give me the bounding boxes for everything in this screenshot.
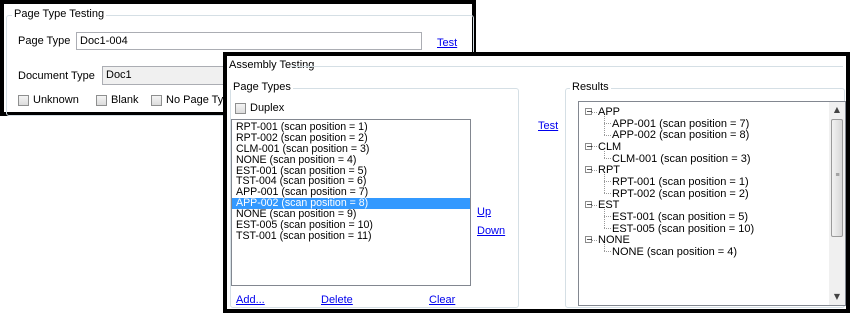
tree-collapse-icon[interactable]: −: [585, 166, 593, 174]
document-type-input[interactable]: Doc1: [102, 66, 224, 85]
tree-node-item[interactable]: APP-001 (scan position = 7): [612, 118, 749, 130]
tree-connector: [592, 146, 597, 148]
page-type-input[interactable]: Doc1-004: [76, 32, 422, 50]
tree-connector: [604, 158, 611, 160]
tree-node-group[interactable]: APP: [598, 106, 620, 118]
tree-connector: [604, 116, 605, 135]
move-up-link[interactable]: Up: [477, 206, 491, 218]
page-type-test-link[interactable]: Test: [437, 37, 457, 49]
tree-collapse-icon[interactable]: −: [585, 108, 593, 116]
tree-connector: [604, 244, 605, 252]
tree-connector: [592, 204, 597, 206]
tree-connector: [604, 174, 605, 194]
scroll-down-icon[interactable]: ▼: [829, 289, 845, 305]
page-type-label: Page Type: [18, 35, 71, 47]
unknown-checkbox[interactable]: Unknown: [18, 93, 79, 107]
unknown-checkbox-box[interactable]: [18, 94, 29, 106]
tree-node-group[interactable]: CLM: [598, 141, 621, 153]
tree-node-item[interactable]: EST-001 (scan position = 5): [612, 211, 748, 223]
tree-node-item[interactable]: CLM-001 (scan position = 3): [612, 153, 750, 165]
tree-connector: [604, 181, 611, 183]
tree-connector: [592, 239, 597, 241]
results-title: Results: [570, 81, 611, 93]
tree-node-group[interactable]: NONE: [598, 234, 630, 246]
document-type-label: Document Type: [18, 70, 95, 82]
results-scrollbar[interactable]: ▲ ≡ ▼: [829, 102, 845, 305]
tree-collapse-icon[interactable]: −: [585, 236, 593, 244]
no-page-type-checkbox[interactable]: No Page Ty: [151, 93, 223, 107]
page-types-list-items: RPT-001 (scan position = 1) RPT-002 (scan…: [232, 120, 470, 242]
blank-checkbox[interactable]: Blank: [96, 93, 139, 107]
add-link[interactable]: Add...: [236, 294, 265, 306]
duplex-checkbox-box[interactable]: [235, 102, 246, 114]
page-type-list-item[interactable]: TST-001 (scan position = 11): [232, 231, 470, 242]
page-type-list-item[interactable]: NONE (scan position = 4): [232, 154, 470, 166]
tree-connector: [604, 251, 611, 253]
tree-connector: [604, 228, 611, 229]
tree-connector: [592, 169, 597, 171]
assembly-title-divider: [291, 66, 843, 67]
blank-checkbox-box[interactable]: [96, 94, 107, 106]
tree-node-item[interactable]: APP-002 (scan position = 8): [612, 129, 749, 141]
page-types-list[interactable]: RPT-001 (scan position = 1) RPT-002 (scan…: [231, 119, 471, 286]
duplex-checkbox[interactable]: Duplex: [235, 101, 284, 115]
tree-node-item[interactable]: RPT-001 (scan position = 1): [612, 176, 749, 188]
assembly-testing-title: Assembly Testing: [229, 59, 315, 71]
scroll-up-icon[interactable]: ▲: [829, 102, 845, 118]
scroll-thumb-grip-icon: ≡: [835, 172, 840, 179]
tree-connector: [604, 209, 605, 228]
tree-collapse-icon[interactable]: −: [585, 201, 593, 209]
tree-node-item[interactable]: RPT-002 (scan position = 2): [612, 188, 749, 200]
blank-checkbox-label: Blank: [111, 94, 139, 106]
delete-link[interactable]: Delete: [321, 294, 353, 306]
tree-node-group[interactable]: EST: [598, 199, 619, 211]
tree-connector: [604, 150, 605, 159]
scroll-thumb[interactable]: ≡: [831, 119, 843, 237]
page-type-testing-title: Page Type Testing: [12, 8, 107, 20]
tree-connector: [604, 193, 611, 195]
no-page-type-checkbox-label: No Page Ty: [166, 94, 224, 106]
tree-collapse-icon[interactable]: −: [585, 142, 593, 150]
tree-node-item[interactable]: EST-005 (scan position = 10): [612, 223, 754, 235]
assembly-testing-window: Assembly Testing Page Types Duplex RPT-0…: [223, 52, 850, 313]
tree-node-item[interactable]: NONE (scan position = 4): [612, 246, 737, 258]
duplex-checkbox-label: Duplex: [250, 102, 285, 114]
tree-connector: [592, 111, 597, 113]
tree-connector: [604, 123, 611, 125]
tree-connector: [604, 216, 611, 218]
results-tree[interactable]: ▲ ≡ ▼ − APP APP-001 (scan position = 7) APP…: [578, 101, 846, 306]
unknown-checkbox-label: Unknown: [33, 94, 79, 106]
assembly-test-link[interactable]: Test: [538, 120, 558, 132]
page-types-title: Page Types: [231, 81, 293, 93]
move-down-link[interactable]: Down: [477, 225, 505, 237]
tree-connector: [604, 134, 611, 136]
tree-node-group[interactable]: RPT: [598, 164, 620, 176]
no-page-type-checkbox-box[interactable]: [151, 94, 162, 106]
clear-link[interactable]: Clear: [429, 294, 455, 306]
